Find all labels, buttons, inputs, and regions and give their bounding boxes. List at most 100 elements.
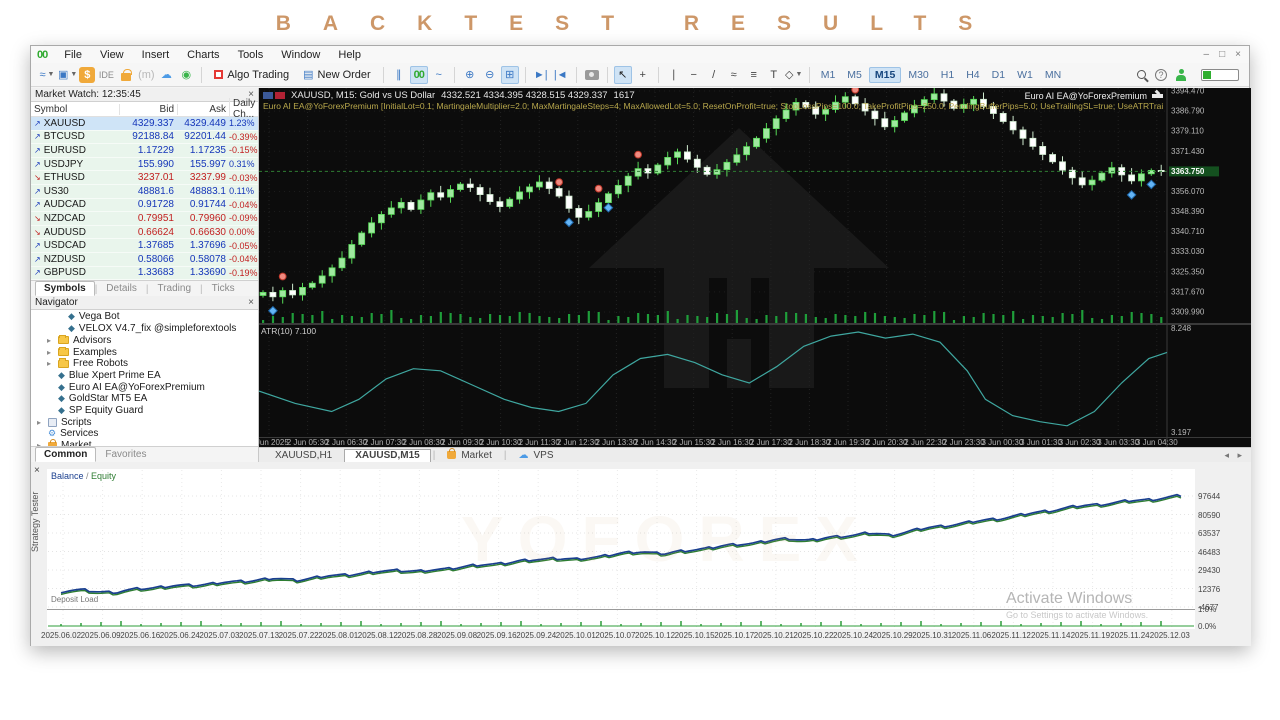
- timeframe-m30[interactable]: M30: [903, 68, 933, 82]
- timeframe-m15[interactable]: M15: [868, 66, 902, 83]
- lock-icon[interactable]: [117, 66, 135, 84]
- menu-window[interactable]: Window: [272, 48, 329, 62]
- navigator-item[interactable]: ◆ Blue Xpert Prime EA: [31, 370, 258, 382]
- market-watch-row[interactable]: ↗ EURUSD 1.17229 1.17235 -0.15%: [31, 144, 258, 158]
- text-tool-icon[interactable]: T: [765, 66, 783, 84]
- market-watch-row[interactable]: ↘ ETHUSD 3237.01 3237.99 -0.03%: [31, 171, 258, 185]
- market-watch-row[interactable]: ↘ AUDUSD 0.66624 0.66630 0.00%: [31, 225, 258, 240]
- timeframe-mn[interactable]: MN: [1040, 68, 1066, 82]
- column-header-bid[interactable]: Bid: [119, 103, 177, 115]
- chart-shift-icon[interactable]: |◄: [552, 66, 570, 84]
- close-icon[interactable]: ×: [34, 465, 40, 476]
- navigator-item[interactable]: ▸ Free Robots: [31, 358, 258, 370]
- market-watch-row[interactable]: ↗ USDCAD 1.37685 1.37696 -0.05%: [31, 239, 258, 253]
- navigator-item[interactable]: ◆ VELOX V4.7_fix @simpleforextools: [31, 323, 258, 335]
- price-chart[interactable]: 3394.470 3386.790 3379.110 3371.430 3363.750…: [259, 88, 1251, 447]
- window-controls: – □ ×: [1204, 49, 1249, 60]
- menu-charts[interactable]: Charts: [178, 48, 228, 62]
- chart-tab-market[interactable]: Market: [437, 448, 502, 462]
- signal-icon[interactable]: (m): [137, 66, 155, 84]
- new-order-button[interactable]: ▤ New Order: [297, 67, 377, 82]
- market-watch-row[interactable]: ↗ US30 48881.6 48883.1 0.11%: [31, 184, 258, 199]
- zoom-out-icon[interactable]: ⊖: [481, 66, 499, 84]
- vertical-line-icon[interactable]: ∣: [665, 66, 683, 84]
- close-icon[interactable]: ×: [248, 297, 254, 308]
- chart-tab-xauusdh1[interactable]: XAUUSD,H1: [265, 449, 342, 462]
- line-chart-icon[interactable]: ~: [430, 66, 448, 84]
- arrow-up-icon: ↗: [34, 132, 41, 142]
- trendline-icon[interactable]: /: [705, 66, 723, 84]
- column-header-ask[interactable]: Ask: [177, 103, 229, 115]
- navigator-item[interactable]: ▸ Examples: [31, 346, 258, 358]
- tab-symbols[interactable]: Symbols: [35, 281, 95, 297]
- chart-style-icon[interactable]: ≈ ▼: [38, 66, 56, 84]
- zoom-in-icon[interactable]: ⊕: [461, 66, 479, 84]
- algo-trading-button[interactable]: Algo Trading: [208, 68, 295, 82]
- timeframe-m1[interactable]: M1: [816, 68, 841, 82]
- bar-chart-icon[interactable]: ∥: [390, 66, 408, 84]
- minimize-button[interactable]: –: [1204, 49, 1210, 60]
- symbol-flags-icon: [263, 92, 285, 99]
- close-button[interactable]: ×: [1235, 49, 1241, 60]
- tab-trading[interactable]: Trading: [148, 281, 200, 296]
- tab-details[interactable]: Details: [97, 281, 146, 296]
- market-watch-row[interactable]: ↗ USDJPY 155.990 155.997 0.31%: [31, 157, 258, 172]
- column-header-symbol[interactable]: Symbol: [31, 104, 119, 115]
- horizontal-line-icon[interactable]: −: [685, 66, 703, 84]
- menu-help[interactable]: Help: [329, 48, 370, 62]
- menu-tools[interactable]: Tools: [229, 48, 273, 62]
- tile-windows-icon[interactable]: ⊞: [500, 65, 519, 84]
- cloud-icon[interactable]: ☁: [157, 66, 175, 84]
- help-icon[interactable]: ?: [1155, 68, 1167, 81]
- market-watch-row[interactable]: ↗ XAUUSD 4329.337 4329.449 1.23%: [31, 117, 258, 131]
- market-watch-row[interactable]: ↗ NZDUSD 0.58066 0.58078 -0.04%: [31, 252, 258, 267]
- time-axis-label: 2 Jun 19:30: [827, 438, 869, 447]
- strategy-tester-tab[interactable]: Strategy Tester: [30, 492, 40, 552]
- tab-scroll-arrows[interactable]: ◂ ▸: [1224, 450, 1251, 461]
- autoscroll-icon[interactable]: ►|: [532, 66, 550, 84]
- navigator-item[interactable]: ▸ Advisors: [31, 334, 258, 347]
- fibonacci-icon[interactable]: ≡: [745, 66, 763, 84]
- navigator-item[interactable]: ▸ Scripts: [31, 416, 258, 428]
- candle-chart-icon[interactable]: 00: [409, 65, 428, 84]
- navigator-item[interactable]: ⚙ Services: [31, 428, 258, 440]
- timeframe-w1[interactable]: W1: [1012, 68, 1038, 82]
- market-watch-row[interactable]: ↗ AUDCAD 0.91728 0.91744 -0.04%: [31, 198, 258, 213]
- search-icon[interactable]: [1137, 70, 1146, 79]
- restore-button[interactable]: □: [1219, 49, 1225, 60]
- navigator-item[interactable]: ◆ Vega Bot: [31, 311, 258, 323]
- tab-ticks[interactable]: Ticks: [203, 281, 244, 296]
- community-user-icon[interactable]: [1176, 68, 1186, 81]
- ask-cell: 48883.1: [189, 185, 226, 197]
- menu-view[interactable]: View: [91, 48, 133, 62]
- chart-tab-xauusdm15[interactable]: XAUUSD,M15: [344, 448, 431, 462]
- tab-favorites[interactable]: Favorites: [96, 447, 155, 462]
- timeframe-h4[interactable]: H4: [961, 68, 984, 82]
- community-icon[interactable]: ◉: [177, 66, 195, 84]
- market-watch-row[interactable]: ↗ BTCUSD 92188.84 92201.44 -0.39%: [31, 130, 258, 145]
- menu-file[interactable]: File: [55, 48, 91, 62]
- navigator-item[interactable]: ◆ SP Equity Guard: [31, 405, 258, 417]
- deposit-icon[interactable]: $: [79, 66, 96, 83]
- chart-tab-vps[interactable]: ☁ VPS: [509, 449, 564, 462]
- timeframe-d1[interactable]: D1: [987, 68, 1010, 82]
- tester-date-label: 2025.10.15: [674, 631, 715, 640]
- timeframe-m5[interactable]: M5: [842, 68, 867, 82]
- market-watch-row[interactable]: ↘ NZDCAD 0.79951 0.79960 -0.09%: [31, 212, 258, 226]
- screenshot-icon[interactable]: [583, 66, 601, 84]
- navigator-item[interactable]: ◆ GoldStar MT5 EA: [31, 393, 258, 405]
- timeframe-h1[interactable]: H1: [936, 68, 959, 82]
- cursor-icon[interactable]: ↖: [613, 65, 632, 84]
- ask-cell: 0.66630: [189, 226, 226, 238]
- shapes-icon[interactable]: ◇ ▼: [785, 66, 803, 84]
- ide-button[interactable]: IDE: [97, 66, 115, 84]
- crosshair-icon[interactable]: +: [634, 66, 652, 84]
- tab-common[interactable]: Common: [35, 447, 97, 462]
- navigator-item[interactable]: ◆ Euro AI EA@YoForexPremium: [31, 381, 258, 393]
- menu-insert[interactable]: Insert: [133, 48, 179, 62]
- channel-icon[interactable]: ≈: [725, 66, 743, 84]
- market-watch-row[interactable]: ↗ GBPUSD 1.33683 1.33690 -0.19%: [31, 266, 258, 281]
- expert-advisor-icon[interactable]: [1152, 94, 1163, 98]
- chart-window-icon[interactable]: ▣ ▼: [58, 66, 77, 84]
- time-axis-label: 2 Jun 11:30: [519, 438, 561, 447]
